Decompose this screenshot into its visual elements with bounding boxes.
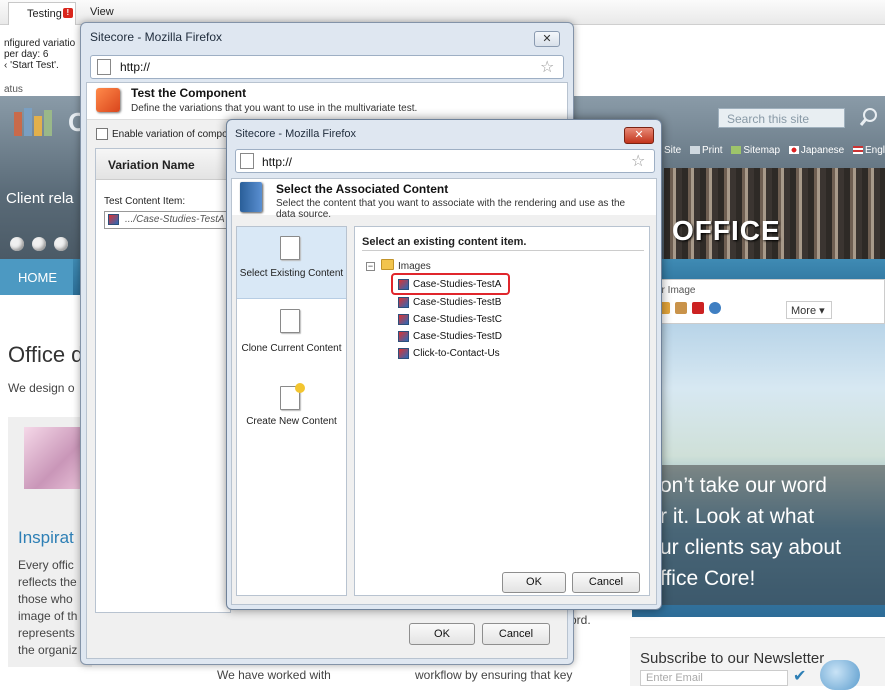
body-text-column-b: workflow by ensuring that key [415,668,573,682]
check-icon[interactable]: ✔ [793,666,806,686]
link-print[interactable]: Print [702,145,723,156]
link-sitemap[interactable]: Sitemap [743,145,780,156]
office-banner-text: OFFICE [672,215,781,246]
window-title: Sitecore - Mozilla Firefox [90,30,223,44]
folder-icon [381,259,394,270]
selected-item-highlight [391,273,510,295]
utility-links: Site Print Sitemap Japanese Englis [664,145,885,156]
component-icon [96,88,120,112]
bookmark-star-icon[interactable]: ☆ [631,151,645,171]
image-item-icon [398,314,409,325]
enable-variation-label: Enable variation of compo [112,129,228,140]
us-flag-icon [852,146,863,155]
page-heading: Office d [8,342,84,367]
cancel-button[interactable]: Cancel [572,572,640,593]
page-icon [97,59,111,75]
nav-home[interactable]: HOME [0,259,73,295]
link-site[interactable]: Site [664,145,681,156]
media-icon[interactable] [675,302,687,314]
status-label: atus [4,84,23,95]
clone-document-icon [280,309,300,333]
body-text-column-a: We have worked with [217,668,331,682]
print-icon [690,146,701,155]
url-text: http:// [120,60,151,74]
close-icon[interactable]: ✕ [534,31,560,47]
image-toolbar-icons [658,302,726,314]
carousel-dots[interactable] [10,237,76,254]
content-item-icon [108,214,119,225]
navigate-icon[interactable] [709,302,721,314]
hero-caption: Client rela [6,190,74,207]
feature-body: Every offic reflects the those who image… [18,558,78,657]
test-content-label: Test Content Item: [104,196,186,207]
more-button[interactable]: More ▾ [786,301,832,319]
link-japanese[interactable]: Japanese [801,145,844,156]
url-bar[interactable] [235,149,655,173]
page-icon [240,153,254,169]
japan-flag-icon [788,146,799,155]
test-info-text: nfigured variatio per day: 6 ‹ 'Start Te… [4,38,76,71]
delete-icon[interactable] [692,302,704,314]
tree-item[interactable]: Click-to-Contact-Us [396,346,500,361]
search-icon[interactable] [858,106,880,128]
image-item-icon [398,348,409,359]
sitemap-icon [731,146,742,155]
newsletter-email-input[interactable]: Enter Email [640,670,788,686]
testimonial-quote: on’t take our word r it. Look at what ur… [660,474,841,590]
close-icon[interactable]: ✕ [624,127,654,144]
enable-variation-checkbox[interactable] [96,128,108,140]
url-bar[interactable] [90,55,564,79]
ok-button[interactable]: OK [502,572,566,593]
tab-testing[interactable]: Testing! [8,2,76,25]
tab-testing-label: Testing [27,8,62,20]
dialog-subtitle: Select the content that you want to asso… [276,198,626,220]
tree-item[interactable]: Case-Studies-TestC [396,312,502,327]
dialog-title: Select the Associated Content [276,182,449,196]
site-logo-icon [14,108,52,136]
cancel-button[interactable]: Cancel [482,623,550,645]
dialog-subtitle: Define the variations that you want to u… [131,103,418,114]
menu-view[interactable]: View [90,6,114,18]
document-icon [280,236,300,260]
tree-item[interactable]: Case-Studies-TestD [396,329,502,344]
tree-item[interactable]: Case-Studies-TestB [396,295,501,310]
test-content-field[interactable]: .../Case-Studies-TestA [104,211,230,229]
star-burst-icon [295,383,305,393]
dialog-title: Test the Component [131,86,247,100]
alert-badge-icon: ! [62,8,73,18]
option-create-new-label[interactable]: Create New Content [237,416,346,427]
option-clone-current-label[interactable]: Clone Current Content [237,343,346,354]
link-english[interactable]: Englis [865,145,885,156]
url-text: http:// [262,155,293,169]
divider [362,250,644,251]
feature-title[interactable]: Inspirat [18,528,74,548]
window-title: Sitecore - Mozilla Firefox [235,128,357,140]
newsletter-title: Subscribe to our Newsletter [640,650,825,667]
option-select-existing-label[interactable]: Select Existing Content [237,268,346,279]
ok-button[interactable]: OK [409,623,475,645]
image-item-icon [398,297,409,308]
datasource-icon [240,182,262,212]
site-search-input[interactable]: Search this site [718,108,845,128]
tree-root-images[interactable]: Images [398,261,431,272]
image-item-icon [398,331,409,342]
collapse-icon[interactable]: − [366,262,375,271]
feature-image [24,427,84,489]
variation-name-header[interactable]: Variation Name [108,158,195,172]
intro-text: We design o [8,381,75,395]
bookmark-star-icon[interactable]: ☆ [540,57,554,77]
tree-heading: Select an existing content item. [362,236,527,248]
